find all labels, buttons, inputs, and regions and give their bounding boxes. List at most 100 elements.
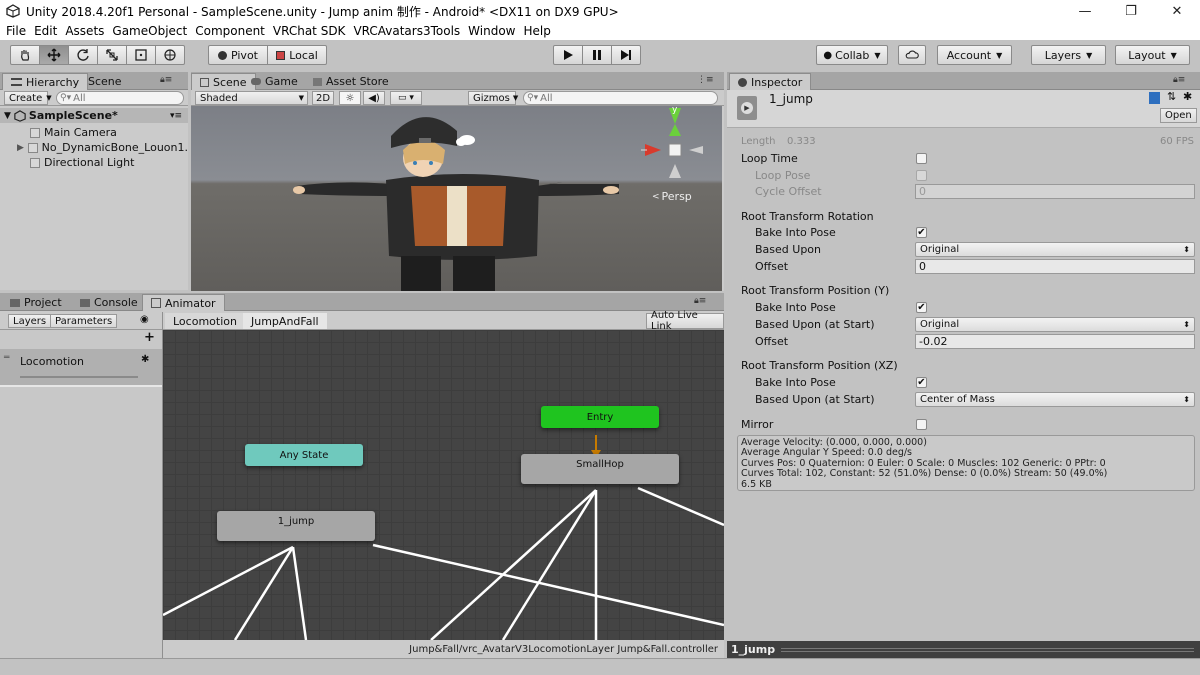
scale-tool-button[interactable] [97, 45, 127, 65]
collab-dropdown[interactable]: ● Collab ▼ [816, 45, 888, 65]
preset-sliders-icon[interactable]: ⇅ [1167, 90, 1176, 103]
panel-menu-icon[interactable]: ⋮≡ [697, 75, 714, 85]
mirror-checkbox[interactable] [916, 419, 927, 430]
auto-live-link-toggle[interactable]: Auto Live Link [646, 310, 724, 332]
tab-scene-secondary[interactable]: Scene [80, 73, 130, 90]
gear-icon[interactable]: ✱ [141, 354, 149, 365]
loop-pose-checkbox[interactable] [916, 170, 927, 181]
hierarchy-search-input[interactable]: ⚲▾ All [56, 91, 184, 105]
restore-button[interactable]: ❐ [1108, 0, 1154, 22]
shading-dropdown[interactable]: Shaded ▼ [195, 91, 308, 105]
pause-button[interactable] [582, 45, 612, 65]
rotation-based-upon-select[interactable]: Original ⬍ [915, 242, 1195, 257]
state-node-1-jump[interactable]: 1_jump [217, 511, 375, 541]
open-button[interactable]: Open [1160, 108, 1197, 123]
bake-xz-checkbox[interactable]: ✔ [916, 377, 927, 388]
lighting-toggle[interactable]: ☼ [339, 91, 361, 105]
pivot-label: Pivot [230, 48, 258, 62]
tab-game-label: Game [265, 75, 298, 88]
lock-icon[interactable]: 🔒︎≡ [160, 75, 172, 85]
y-based-upon-select[interactable]: Original ⬍ [915, 317, 1195, 332]
gizmo-y-label: y [672, 106, 678, 115]
lock-icon[interactable]: 🔒︎≡ [694, 296, 706, 306]
account-dropdown[interactable]: Account ▼ [937, 45, 1012, 65]
tab-project[interactable]: Project [2, 294, 70, 311]
add-layer-button[interactable]: + [144, 330, 155, 345]
layer-weight-slider[interactable] [20, 376, 138, 378]
menu-component[interactable]: Component [191, 24, 269, 38]
drag-handle-icon[interactable]: ═ [4, 353, 9, 363]
menu-window[interactable]: Window [464, 24, 519, 38]
menu-icon[interactable]: ▾≡ [170, 111, 182, 121]
menu-assets[interactable]: Assets [61, 24, 108, 38]
pivot-toggle[interactable]: Pivot [208, 45, 268, 65]
scene-search-input[interactable]: ⚲▾ All [523, 91, 718, 105]
breadcrumb-jumpandfall[interactable]: JumpAndFall [243, 313, 327, 329]
y-offset-field[interactable]: -0.02 [915, 334, 1195, 349]
preview-drag-handle[interactable] [781, 647, 1194, 652]
create-dropdown[interactable]: Create ▼ [4, 91, 52, 105]
mode-2d-toggle[interactable]: 2D [312, 91, 334, 105]
hierarchy-item[interactable]: ▶ No_DynamicBone_Louon1. [0, 140, 188, 155]
layer-item-locomotion[interactable]: ═ Locomotion ✱ [0, 349, 162, 387]
lock-icon[interactable]: 🔒︎≡ [1173, 75, 1185, 85]
hand-tool-button[interactable] [10, 45, 40, 65]
breadcrumb-locomotion[interactable]: Locomotion [165, 313, 245, 329]
move-tool-button[interactable] [39, 45, 69, 65]
xz-based-upon-select[interactable]: Center of Mass ⬍ [915, 392, 1195, 407]
tab-hierarchy[interactable]: Hierarchy [2, 73, 89, 90]
step-button[interactable] [611, 45, 641, 65]
cloud-button[interactable] [898, 45, 926, 65]
audio-toggle[interactable]: ◀) [363, 91, 385, 105]
bake-y-checkbox[interactable]: ✔ [916, 302, 927, 313]
subtab-layers[interactable]: Layers [8, 314, 52, 328]
menu-gameobject[interactable]: GameObject [108, 24, 191, 38]
tab-inspector[interactable]: Inspector [729, 73, 812, 90]
minimize-button[interactable]: — [1062, 0, 1108, 22]
menu-vrcavatars3tools[interactable]: VRCAvatars3Tools [349, 24, 464, 38]
animator-graph[interactable]: Entry Any State SmallHop 1_jump [163, 330, 724, 640]
scene-row[interactable]: ▼ SampleScene* ▾≡ [0, 108, 188, 123]
tab-game[interactable]: Game [243, 73, 306, 90]
layout-dropdown[interactable]: Layout ▼ [1115, 45, 1190, 65]
state-node-smallhop[interactable]: SmallHop [521, 454, 679, 484]
avatar-model-render[interactable] [191, 106, 722, 291]
dropdown-arrow-icon: ▼ [1086, 50, 1093, 60]
persp-label-container[interactable]: < Persp [652, 190, 692, 203]
entry-node[interactable]: Entry [541, 406, 659, 428]
dropdown-arrow-icon: ▼ [874, 50, 881, 60]
transform-tool-button[interactable] [155, 45, 185, 65]
expand-arrow-icon[interactable]: ▼ [4, 111, 11, 121]
settings-gear-icon[interactable]: ✱ [1183, 90, 1192, 103]
gizmos-dropdown[interactable]: Gizmos ▼ [468, 91, 518, 105]
hierarchy-item[interactable]: Directional Light [0, 155, 188, 170]
play-button[interactable] [553, 45, 583, 65]
menu-help[interactable]: Help [520, 24, 555, 38]
eye-icon[interactable]: ◉ [140, 314, 149, 325]
tab-hierarchy-label: Hierarchy [26, 75, 80, 89]
subtab-parameters[interactable]: Parameters [50, 314, 118, 328]
scene-viewport[interactable]: y < Persp [191, 106, 722, 291]
preview-header[interactable]: 1_jump [727, 641, 1200, 658]
expand-arrow-icon[interactable]: ▶ [17, 143, 24, 153]
loop-time-checkbox[interactable] [916, 153, 927, 164]
layers-dropdown[interactable]: Layers ▼ [1031, 45, 1106, 65]
menu-edit[interactable]: Edit [30, 24, 61, 38]
close-button[interactable]: ✕ [1154, 0, 1200, 22]
cycle-offset-field[interactable]: 0 [915, 184, 1195, 199]
tab-animator[interactable]: Animator [142, 294, 225, 311]
bake-rotation-checkbox[interactable]: ✔ [916, 227, 927, 238]
rotate-tool-button[interactable] [68, 45, 98, 65]
effects-dropdown[interactable]: ▭ ▾ [390, 91, 422, 105]
hierarchy-item[interactable]: Main Camera [0, 125, 188, 140]
help-book-icon[interactable] [1149, 92, 1160, 104]
tab-asset-store[interactable]: Asset Store [305, 73, 397, 90]
rect-tool-button[interactable] [126, 45, 156, 65]
local-toggle[interactable]: Local [267, 45, 327, 65]
orientation-gizmo[interactable] [641, 108, 703, 178]
menu-vrchat-sdk[interactable]: VRChat SDK [269, 24, 350, 38]
menu-file[interactable]: File [2, 24, 30, 38]
any-state-node[interactable]: Any State [245, 444, 363, 466]
rotation-offset-field[interactable]: 0 [915, 259, 1195, 274]
tab-console[interactable]: Console [72, 294, 146, 311]
